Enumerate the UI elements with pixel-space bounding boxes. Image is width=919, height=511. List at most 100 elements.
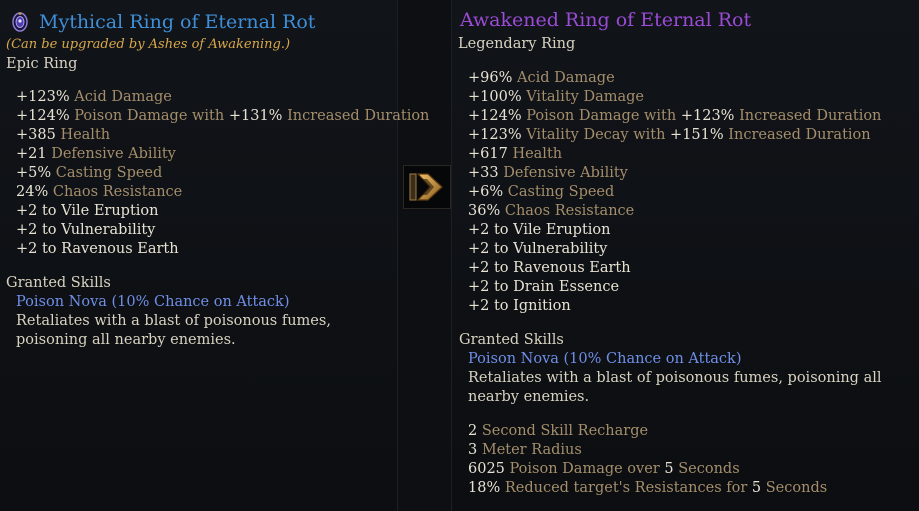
skill-stat-line: 2 Second Skill Recharge (468, 422, 827, 441)
stat-text: Seconds (678, 461, 740, 477)
skill-stat-line: 3 Meter Radius (468, 441, 827, 460)
stat-text: Increased Duration (739, 108, 882, 124)
stat-text: Acid Damage (517, 70, 615, 86)
stat-value: 5 (751, 480, 766, 496)
stat-line: +33 Defensive Ability (468, 164, 881, 183)
stat-text: Casting Speed (507, 184, 615, 200)
stat-line: +96% Acid Damage (468, 69, 881, 88)
stat-value: +33 (468, 165, 504, 181)
stat-value: +131% (228, 108, 288, 124)
stat-text: Chaos Resistance (504, 203, 635, 219)
stat-line: +2 to Ravenous Earth (16, 240, 429, 259)
stat-value: +96% (468, 70, 517, 86)
stat-text: Health (60, 127, 111, 143)
stat-line: +5% Casting Speed (16, 164, 429, 183)
stat-value: +2 to Vile Eruption (16, 203, 159, 219)
granted-skills-heading: Granted Skills (6, 275, 111, 291)
stat-list: +123% Acid Damage +124% Poison Damage wit… (16, 88, 429, 259)
stat-text: Seconds (765, 480, 828, 496)
stat-line: +123% Vitality Decay with +151% Increase… (468, 126, 881, 145)
stat-value: +2 to Vile Eruption (468, 222, 611, 238)
stat-line: +2 to Vile Eruption (16, 202, 429, 221)
stat-line: 24% Chaos Resistance (16, 183, 429, 202)
stat-text: Increased Duration (728, 127, 871, 143)
stat-value: 3 (468, 442, 482, 458)
stat-list: +96% Acid Damage +100% Vitality Damage +12… (468, 69, 881, 316)
left-title-row: Mythical Ring of Eternal Rot (9, 11, 315, 33)
stat-text: Vitality Damage (526, 89, 644, 105)
stat-text: Poison Damage over (509, 461, 665, 477)
granted-skill-description: Retaliates with a blast of poisonous fum… (16, 313, 331, 348)
stat-value: +2 to Vulnerability (16, 222, 156, 238)
stat-line: +124% Poison Damage with +123% Increased… (468, 107, 881, 126)
stat-value: +2 to Ravenous Earth (468, 260, 631, 276)
stat-value: 24% (16, 184, 53, 200)
stat-text: Defensive Ability (51, 146, 176, 162)
stat-line: +2 to Drain Essence (468, 278, 881, 297)
stat-value: +6% (468, 184, 508, 200)
upgrade-arrow-icon (409, 173, 443, 201)
legendary-item-tooltip: Awakened Ring of Eternal Rot Legendary R… (451, 0, 919, 511)
stat-text: Second Skill Recharge (481, 423, 649, 439)
jeweled-amulet-icon (12, 12, 28, 32)
stat-value: +124% (468, 108, 527, 124)
upgrade-note: (Can be upgraded by Ashes of Awakening.) (6, 37, 291, 52)
item-rarity: Epic Ring (6, 56, 78, 72)
stat-value: +123% (680, 108, 740, 124)
stat-value: +5% (16, 165, 56, 181)
item-rarity: Legendary Ring (458, 36, 576, 52)
stat-value: +151% (670, 127, 729, 143)
stat-text: Reduced target's Resistances for (504, 480, 752, 496)
granted-skills-heading: Granted Skills (459, 332, 564, 348)
granted-skill-description: Retaliates with a blast of poisonous fum… (468, 370, 882, 405)
stat-value: +21 (16, 146, 52, 162)
stat-text: Vitality Decay with (526, 127, 671, 143)
stat-value: +2 to Drain Essence (468, 279, 620, 295)
stat-text: Acid Damage (74, 89, 172, 105)
stat-line: +385 Health (16, 126, 429, 145)
item-title: Mythical Ring of Eternal Rot (39, 11, 316, 33)
skill-stat-line: 6025 Poison Damage over 5 Seconds (468, 460, 827, 479)
stat-value: +385 (16, 127, 61, 143)
stat-line: 36% Chaos Resistance (468, 202, 881, 221)
stat-value: 18% (468, 480, 505, 496)
stat-text: Health (512, 146, 563, 162)
epic-item-tooltip: Mythical Ring of Eternal Rot (Can be upg… (0, 0, 429, 511)
stat-line: +6% Casting Speed (468, 183, 881, 202)
skill-stat-list: 2 Second Skill Recharge 3 Meter Radius 602… (468, 422, 827, 498)
stat-line: +617 Health (468, 145, 881, 164)
stat-value: +123% (16, 89, 75, 105)
stat-text: Poison Damage with (526, 108, 681, 124)
stat-value: +617 (468, 146, 513, 162)
stat-line: +124% Poison Damage with +131% Increased… (16, 107, 429, 126)
stat-line: +2 to Vulnerability (468, 240, 881, 259)
upgrade-arrow-box (403, 165, 451, 209)
stat-line: +21 Defensive Ability (16, 145, 429, 164)
stat-line: +2 to Ignition (468, 297, 881, 316)
stat-value: +100% (468, 89, 527, 105)
stat-line: +100% Vitality Damage (468, 88, 881, 107)
stat-text: Casting Speed (55, 165, 163, 181)
stat-value: +2 to Ignition (468, 298, 571, 314)
stat-text: Chaos Resistance (52, 184, 183, 200)
item-title: Awakened Ring of Eternal Rot (460, 9, 752, 31)
stat-value: 6025 (468, 461, 510, 477)
stat-text: Increased Duration (287, 108, 430, 124)
stat-value: +2 to Ravenous Earth (16, 241, 179, 257)
skill-stat-line: 18% Reduced target's Resistances for 5 S… (468, 479, 827, 498)
stat-value: 36% (468, 203, 505, 219)
stat-line: +2 to Ravenous Earth (468, 259, 881, 278)
stat-line: +123% Acid Damage (16, 88, 429, 107)
granted-skill-name: Poison Nova (10% Chance on Attack) (468, 351, 742, 367)
stat-value: 2 (468, 423, 482, 439)
stat-line: +2 to Vulnerability (16, 221, 429, 240)
granted-skill-name: Poison Nova (10% Chance on Attack) (16, 294, 290, 310)
stat-text: Defensive Ability (503, 165, 628, 181)
stat-value: +124% (16, 108, 75, 124)
stat-line: +2 to Vile Eruption (468, 221, 881, 240)
stat-value: 5 (664, 461, 679, 477)
stat-value: +2 to Vulnerability (468, 241, 608, 257)
stat-value: +123% (468, 127, 527, 143)
stat-text: Poison Damage with (74, 108, 229, 124)
stat-text: Meter Radius (481, 442, 582, 458)
